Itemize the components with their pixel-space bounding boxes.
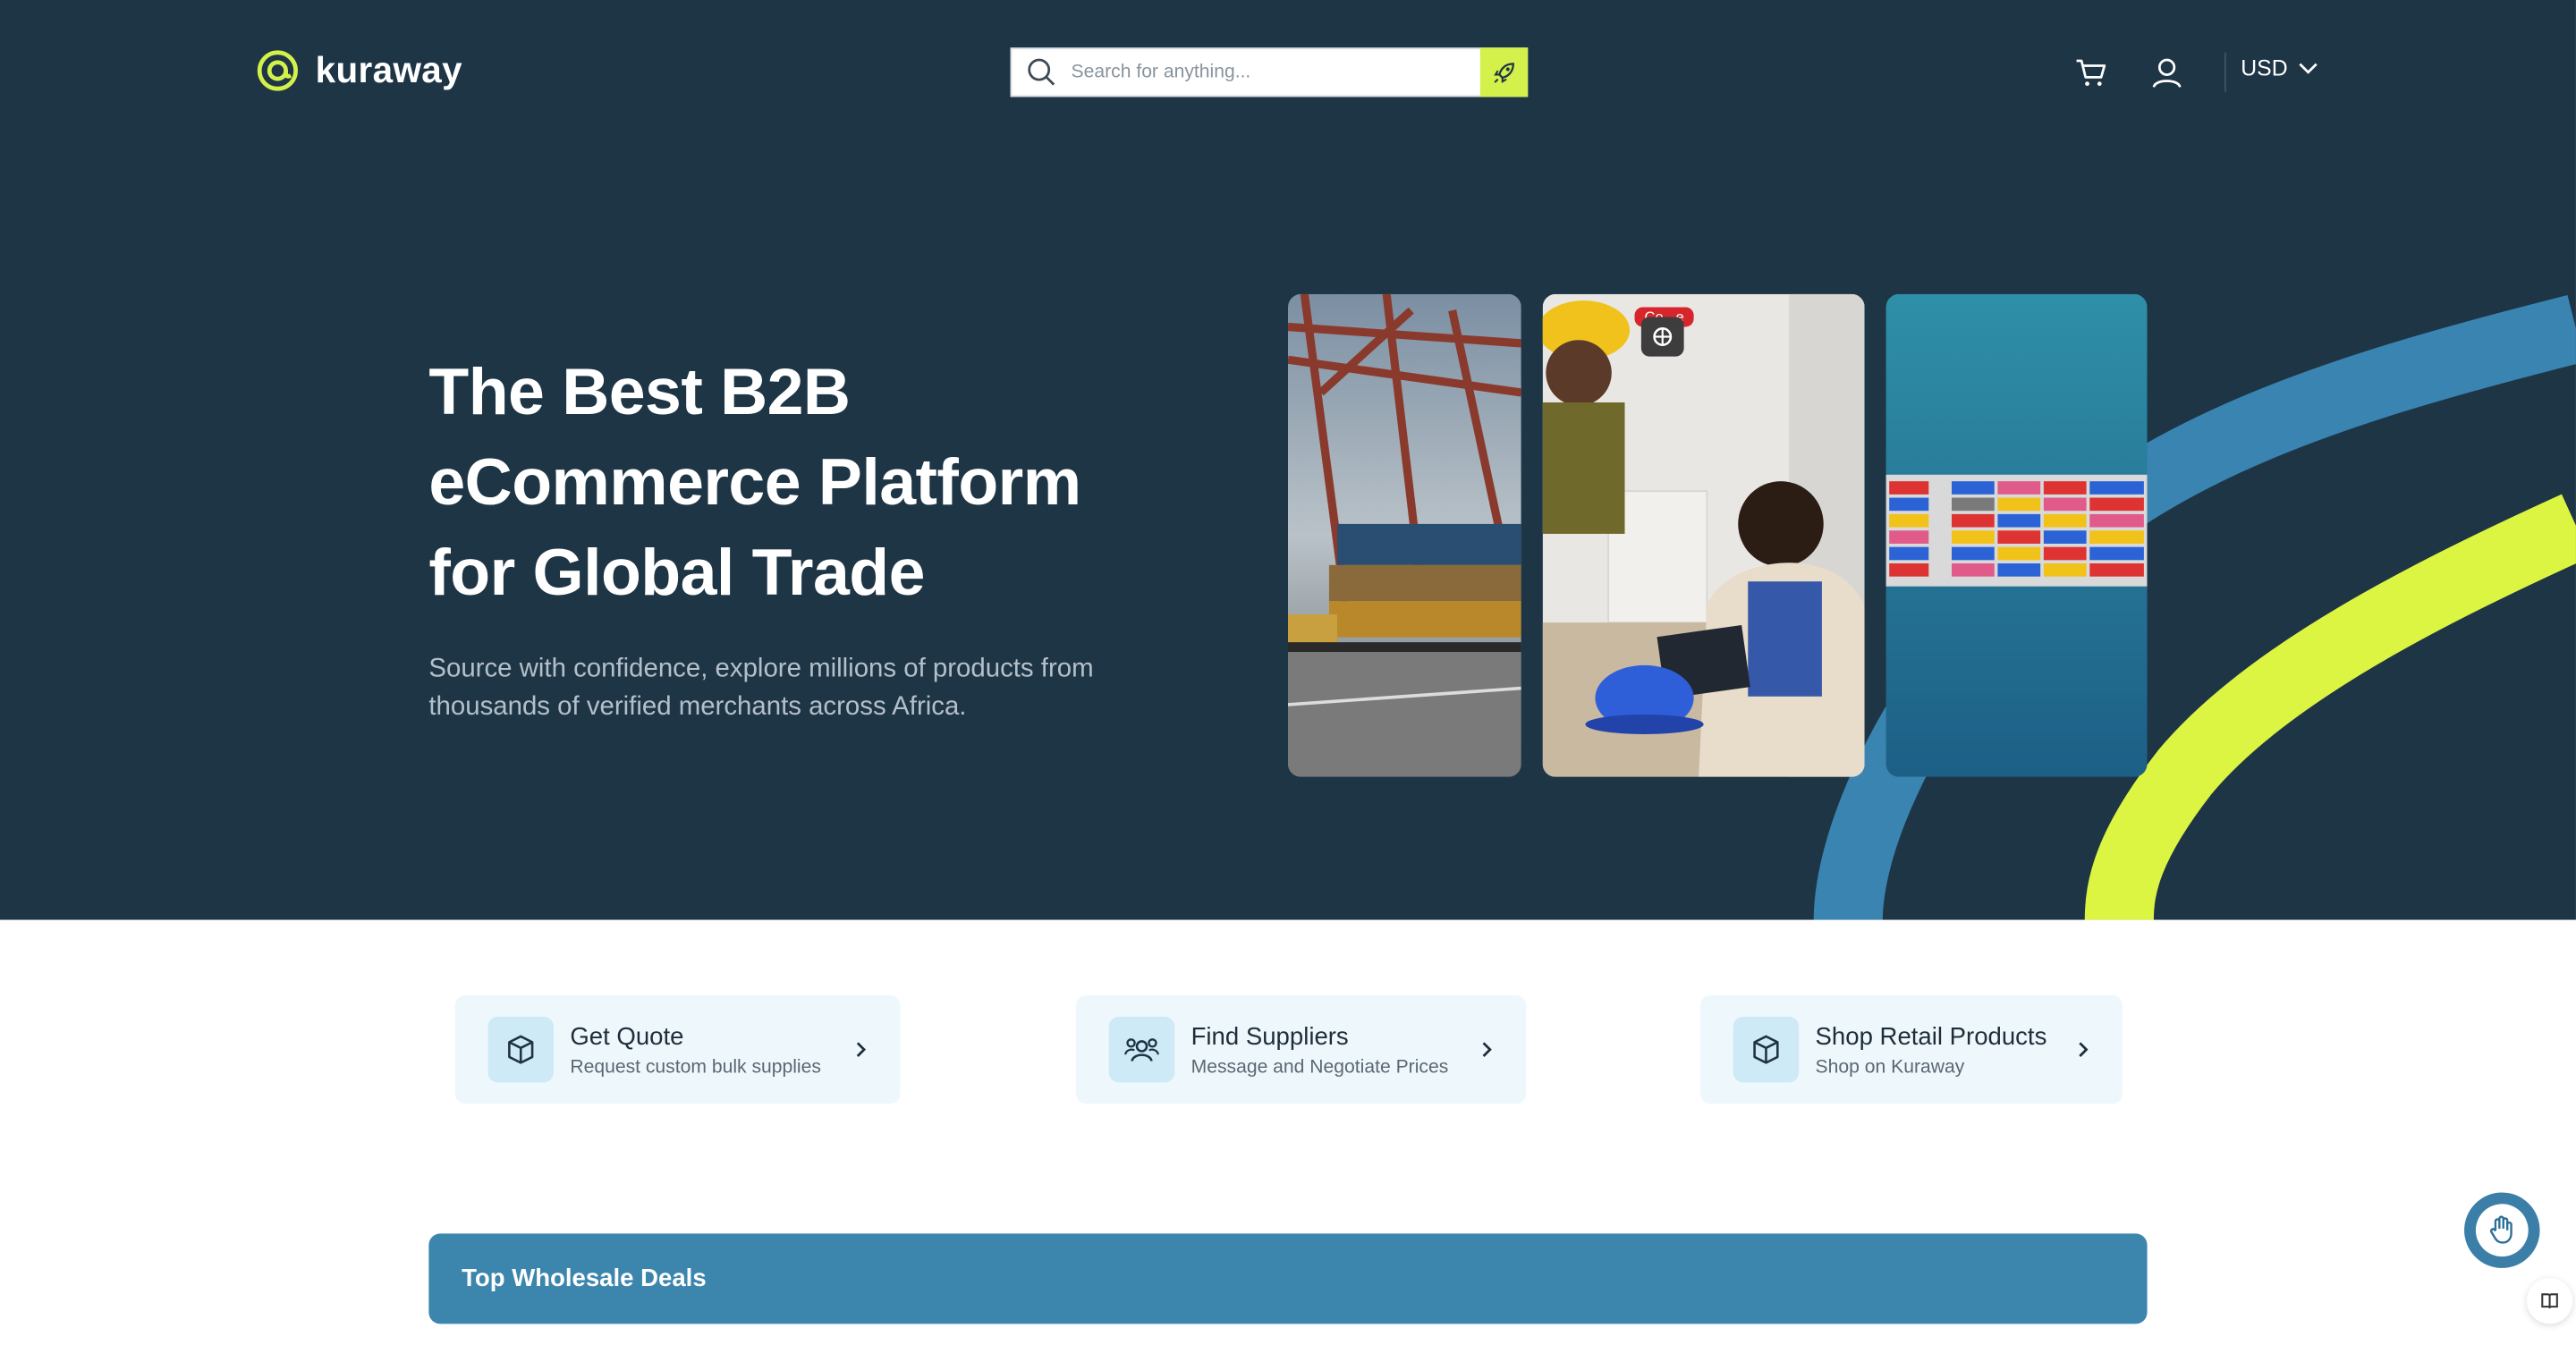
search-icon (1012, 47, 1071, 97)
top-wholesale-deals-bar: Top Wholesale Deals (428, 1233, 2148, 1324)
card-subtitle: Request custom bulk supplies (570, 1056, 821, 1077)
logo[interactable]: kuraway (257, 49, 462, 92)
find-suppliers-card[interactable]: Find Suppliers Message and Negotiate Pri… (1076, 995, 1527, 1104)
cargo-ship-aerial-photo (1885, 293, 2148, 777)
search-submit-button[interactable] (1479, 47, 1529, 97)
box-icon (487, 1016, 554, 1083)
rocket-icon (1494, 62, 1514, 83)
hero-section: kuraway Search for anything... USD The B… (0, 0, 2576, 920)
quick-actions: Get Quote Request custom bulk supplies F… (0, 995, 2576, 1104)
search-input[interactable] (1071, 49, 1480, 96)
search-bar (1010, 47, 1529, 97)
chevron-down-icon (2298, 62, 2317, 73)
card-title: Find Suppliers (1191, 1022, 1349, 1051)
port-containers-photo (1287, 293, 1521, 777)
currency-label: USD (2241, 55, 2288, 80)
card-title: Shop Retail Products (1815, 1022, 2047, 1051)
book-button[interactable] (2526, 1277, 2573, 1324)
hero-subtitle: Source with confidence, explore millions… (428, 655, 1094, 722)
warehouse-workers-photo: Ce...e (1542, 293, 1865, 777)
hero-title: The Best B2B eCommerce Platform for Glob… (428, 356, 1081, 610)
card-subtitle: Shop on Kuraway (1815, 1056, 1965, 1077)
user-icon[interactable] (2148, 55, 2184, 90)
currency-selector[interactable]: USD (2241, 55, 2317, 80)
get-quote-card[interactable]: Get Quote Request custom bulk supplies (454, 995, 901, 1104)
header-divider (2224, 52, 2226, 92)
logo-icon (257, 50, 298, 91)
shop-retail-card[interactable]: Shop Retail Products Shop on Kuraway (1699, 995, 2123, 1104)
card-title: Get Quote (570, 1022, 684, 1051)
site-header: kuraway Search for anything... USD (0, 0, 2576, 145)
people-icon (1108, 1016, 1175, 1083)
box-icon (1733, 1016, 1800, 1083)
book-icon (2541, 1293, 2558, 1309)
deals-title: Top Wholesale Deals (462, 1265, 707, 1293)
brain-icon[interactable] (1640, 317, 1684, 357)
chevron-right-icon (856, 1042, 867, 1057)
chevron-right-icon (1482, 1042, 1492, 1057)
logo-text: kuraway (315, 49, 462, 91)
help-fab-button[interactable] (2464, 1192, 2540, 1268)
chevron-right-icon (2079, 1042, 2089, 1057)
cart-icon[interactable] (2073, 55, 2109, 90)
card-subtitle: Message and Negotiate Prices (1191, 1056, 1449, 1077)
hand-icon (2489, 1215, 2512, 1244)
